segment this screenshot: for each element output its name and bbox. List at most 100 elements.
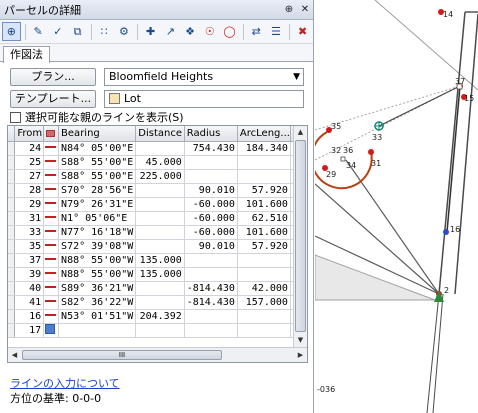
- row-selector[interactable]: [8, 253, 16, 268]
- cell-bearing[interactable]: S89° 36'21"W: [58, 281, 137, 296]
- cell-bearing[interactable]: N88° 55'00"W: [58, 253, 137, 268]
- cell-arclength[interactable]: 57.920: [237, 183, 291, 198]
- cell-radius[interactable]: [184, 253, 238, 268]
- cell-distance[interactable]: 225.000: [135, 169, 185, 184]
- cell-radius[interactable]: -60.000: [184, 211, 238, 226]
- cell-bearing[interactable]: S70° 28'56"E: [58, 183, 137, 198]
- cell-radius[interactable]: [184, 309, 238, 324]
- cell-arclength[interactable]: [237, 309, 291, 324]
- col-header-radius[interactable]: Radius: [184, 126, 238, 142]
- template-button[interactable]: テンプレート...: [10, 90, 96, 108]
- scroll-left-icon[interactable]: ◀: [8, 348, 21, 362]
- cell-radius[interactable]: [184, 155, 238, 170]
- close-button[interactable]: ✕: [297, 4, 313, 15]
- cell-radius[interactable]: -814.430: [184, 281, 238, 296]
- tab-construction[interactable]: 作図法: [3, 46, 50, 63]
- row-selector[interactable]: [8, 225, 16, 240]
- cell-from[interactable]: 27: [14, 169, 45, 184]
- cell-distance[interactable]: [135, 225, 185, 240]
- row-selector[interactable]: [8, 281, 16, 296]
- line-type-icon[interactable]: [43, 281, 60, 296]
- cell-from[interactable]: 16: [14, 309, 45, 324]
- cell-arclength[interactable]: 101.600: [237, 197, 291, 212]
- settings-tool-icon[interactable]: ⚙: [115, 22, 134, 41]
- line-type-icon[interactable]: [43, 267, 60, 282]
- cell-from[interactable]: 24: [14, 141, 45, 156]
- plan-select[interactable]: Bloomfield Heights ▼: [104, 68, 304, 86]
- line-type-icon[interactable]: [43, 253, 60, 268]
- cell-radius[interactable]: [184, 323, 238, 338]
- cell-from[interactable]: 31: [14, 211, 45, 226]
- add-point-tool-icon[interactable]: ✚: [141, 22, 160, 41]
- cell-distance[interactable]: 135.000: [135, 267, 185, 282]
- circle-tool-icon[interactable]: ☉: [200, 22, 219, 41]
- row-selector[interactable]: [8, 141, 16, 156]
- col-header-distance[interactable]: Distance: [135, 126, 185, 142]
- row-selector[interactable]: [8, 323, 16, 338]
- checkbox-box[interactable]: [10, 111, 21, 123]
- delete-tool-icon[interactable]: ✖: [293, 22, 312, 41]
- row-selector[interactable]: [8, 197, 16, 212]
- cell-arclength[interactable]: [237, 169, 291, 184]
- plan-button[interactable]: プラン...: [10, 68, 96, 86]
- copy-tool-icon[interactable]: ⧉: [68, 22, 87, 41]
- cell-arclength[interactable]: 184.340: [237, 141, 291, 156]
- select-tool-icon[interactable]: ⊕: [2, 22, 21, 41]
- line-type-icon[interactable]: [43, 155, 60, 170]
- table-row[interactable]: 37 N88° 55'00"W 135.000: [8, 253, 307, 268]
- row-selector[interactable]: [8, 211, 16, 226]
- cell-bearing[interactable]: N77° 16'18"W: [58, 225, 137, 240]
- table-row[interactable]: 31 N1° 05'06"E -60.000 62.510: [8, 211, 307, 226]
- table-row[interactable]: 40 S89° 36'21"W -814.430 42.000: [8, 281, 307, 296]
- cell-arclength[interactable]: 62.510: [237, 211, 291, 226]
- cell-distance[interactable]: 135.000: [135, 253, 185, 268]
- scroll-up-icon[interactable]: ▲: [294, 126, 307, 139]
- line-tool-icon[interactable]: ↗: [161, 22, 180, 41]
- show-parent-lines-checkbox[interactable]: 選択可能な親のラインを表示(S): [10, 110, 184, 124]
- line-type-icon[interactable]: [43, 211, 60, 226]
- check-tool-icon[interactable]: ✓: [48, 22, 67, 41]
- cell-bearing[interactable]: N79° 26'31"E: [58, 197, 137, 212]
- cell-bearing[interactable]: N53° 01'51"W: [58, 309, 137, 324]
- cell-arclength[interactable]: 157.000: [237, 295, 291, 310]
- cell-from[interactable]: 40: [14, 281, 45, 296]
- cell-from[interactable]: 35: [14, 239, 45, 254]
- row-selector[interactable]: [8, 309, 16, 324]
- grid-horizontal-scrollbar[interactable]: ◀ III ▶: [8, 347, 307, 362]
- cell-arclength[interactable]: [237, 267, 291, 282]
- row-selector[interactable]: [8, 183, 16, 198]
- cell-bearing[interactable]: S88° 55'00"E: [58, 155, 137, 170]
- line-type-icon[interactable]: [43, 225, 60, 240]
- cell-bearing[interactable]: N88° 55'00"W: [58, 267, 137, 282]
- cell-arclength[interactable]: [237, 253, 291, 268]
- cell-from[interactable]: 41: [14, 295, 45, 310]
- list-tool-icon[interactable]: ☰: [267, 22, 286, 41]
- col-header-line-icon[interactable]: [43, 126, 60, 142]
- table-row[interactable]: 27 S88° 55'00"E 225.000: [8, 169, 307, 184]
- col-header-arclength[interactable]: ArcLeng...: [237, 126, 291, 142]
- line-type-icon[interactable]: [43, 169, 60, 184]
- table-row[interactable]: 41 S82° 36'22"W -814.430 157.000: [8, 295, 307, 310]
- cell-from[interactable]: 33: [14, 225, 45, 240]
- scroll-thumb[interactable]: [295, 140, 306, 332]
- cell-bearing[interactable]: [58, 323, 137, 338]
- cell-radius[interactable]: -60.000: [184, 197, 238, 212]
- cell-radius[interactable]: -814.430: [184, 295, 238, 310]
- row-selector[interactable]: [8, 155, 16, 170]
- cell-radius[interactable]: 90.010: [184, 239, 238, 254]
- table-row[interactable]: 28 S70° 28'56"E 90.010 57.920: [8, 183, 307, 198]
- edit-tool-icon[interactable]: ✎: [29, 22, 48, 41]
- cell-from[interactable]: 37: [14, 253, 45, 268]
- row-selector[interactable]: [8, 169, 16, 184]
- row-selector[interactable]: [8, 239, 16, 254]
- new-line-icon[interactable]: [43, 323, 60, 338]
- map-view[interactable]: 14 37 15 35 33 32 36 34 29 31 16 2 -036: [315, 0, 478, 413]
- row-selector[interactable]: [8, 295, 16, 310]
- cell-from[interactable]: 28: [14, 183, 45, 198]
- cell-distance[interactable]: [135, 323, 185, 338]
- table-row[interactable]: 33 N77° 16'18"W -60.000 101.600: [8, 225, 307, 240]
- cell-from[interactable]: 29: [14, 197, 45, 212]
- col-header-from[interactable]: From: [14, 126, 45, 142]
- help-link-lines[interactable]: ラインの入力について: [10, 375, 120, 391]
- cell-distance[interactable]: 45.000: [135, 155, 185, 170]
